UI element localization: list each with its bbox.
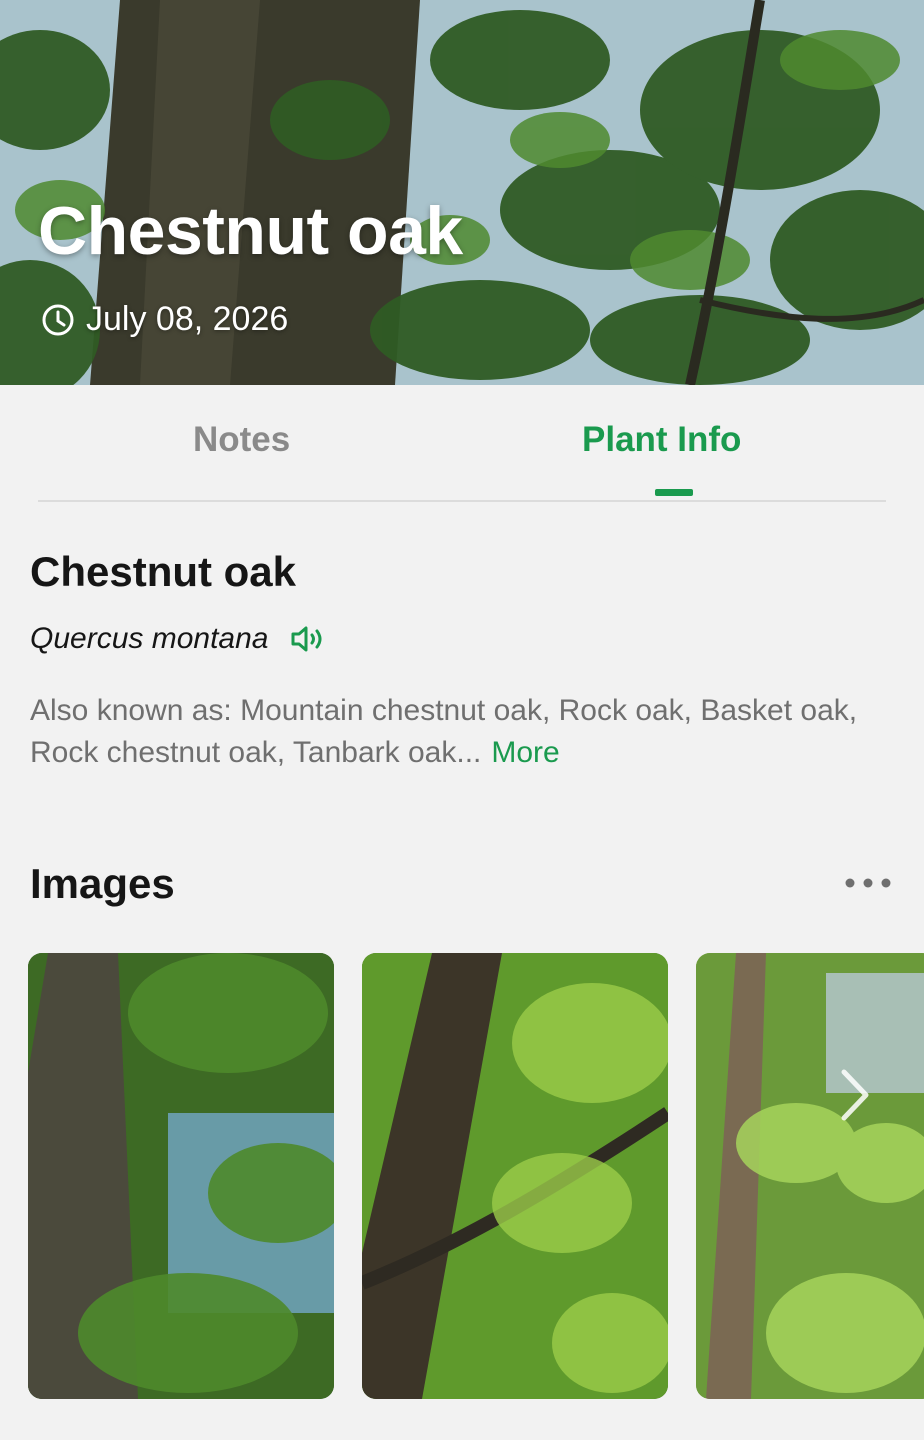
tab-divider	[38, 500, 886, 502]
date-text: July 08, 2026	[86, 300, 289, 338]
plant-title: Chestnut oak	[38, 193, 463, 269]
also-known-as: Also known as: Mountain chestnut oak, Ro…	[30, 690, 900, 774]
scientific-name-row: Quercus montana	[30, 622, 326, 656]
images-section-title: Images	[30, 860, 175, 907]
active-tab-indicator	[655, 489, 693, 496]
also-known-as-text: Also known as: Mountain chestnut oak, Ro…	[30, 694, 858, 769]
hero-image: Chestnut oak July 08, 2026	[0, 0, 924, 385]
plant-image-thumbnail[interactable]	[28, 953, 334, 1399]
common-name: Chestnut oak	[30, 548, 297, 595]
plant-image-thumbnail[interactable]	[362, 953, 668, 1399]
scientific-name: Quercus montana	[30, 622, 269, 655]
chevron-right-icon[interactable]	[830, 1060, 880, 1130]
plant-image-thumbnail[interactable]	[696, 953, 924, 1399]
tab-notes[interactable]: Notes	[193, 420, 290, 460]
tab-plant-info[interactable]: Plant Info	[582, 420, 741, 460]
observation-date: July 08, 2026	[40, 300, 288, 339]
speaker-icon[interactable]	[290, 624, 326, 654]
clock-icon	[40, 302, 76, 338]
more-link[interactable]: More	[491, 736, 559, 769]
tab-bar: Notes Plant Info	[0, 385, 924, 503]
more-icon[interactable]	[838, 868, 898, 898]
